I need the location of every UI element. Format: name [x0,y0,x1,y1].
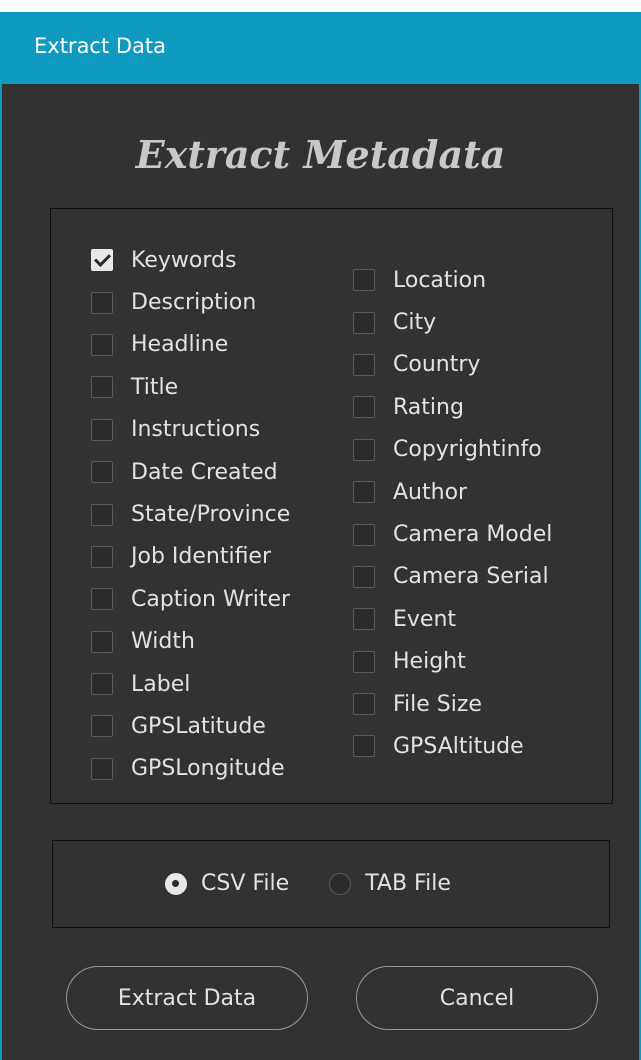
checkbox-width[interactable] [91,630,113,653]
checkbox-item-author[interactable]: Author [353,471,552,513]
checkbox-keywords[interactable] [91,249,113,272]
extract-data-dialog: Extract Data Extract Metadata Keywords De… [0,12,641,1060]
checkbox-author[interactable] [353,481,375,504]
checkbox-label: Location [393,267,487,293]
checkbox-label: Author [393,479,468,505]
checkbox-item-width[interactable]: Width [91,621,290,663]
checkbox-headline[interactable] [91,333,113,356]
checkbox-item-title[interactable]: Title [91,366,290,408]
checkbox-instructions[interactable] [91,418,113,441]
fields-column-left: Keywords Description Headline Title Instruct… [91,239,290,790]
checkbox-label: Camera Model [393,522,553,548]
checkbox-state-province[interactable] [91,503,113,526]
checkbox-item-instructions[interactable]: Instructions [91,409,290,451]
output-format-radio-group: CSV File TAB File [165,871,491,896]
output-format-panel: CSV File TAB File [52,840,610,928]
checkbox-item-date-created[interactable]: Date Created [91,451,290,493]
checkbox-file-size[interactable] [353,693,375,716]
checkbox-item-height[interactable]: Height [353,641,552,683]
checkbox-item-rating[interactable]: Rating [353,386,552,428]
checkbox-label: Event [393,606,457,632]
checkbox-label: City [393,310,437,336]
checkbox-item-label[interactable]: Label [91,663,290,705]
checkbox-copyrightinfo[interactable] [353,438,375,461]
checkbox-label: Instructions [131,417,261,443]
checkbox-label: Description [131,290,257,316]
checkbox-item-copyrightinfo[interactable]: Copyrightinfo [353,429,552,471]
extract-data-button[interactable]: Extract Data [66,966,308,1030]
radio-label: CSV File [201,871,290,896]
checkbox-label: Keywords [131,247,237,273]
checkbox-title[interactable] [91,376,113,399]
checkbox-label: Job Identifier [131,544,272,570]
checkbox-item-city[interactable]: City [353,301,552,343]
checkbox-description[interactable] [91,291,113,314]
checkbox-label: File Size [393,691,482,717]
radio-label: TAB File [365,871,451,896]
radio-csv-file[interactable] [165,872,187,895]
checkbox-label: GPSLongitude [131,756,285,782]
metadata-fields-panel: Keywords Description Headline Title Instruct… [50,208,613,804]
checkbox-height[interactable] [353,650,375,673]
checkbox-item-headline[interactable]: Headline [91,324,290,366]
checkbox-label: State/Province [131,502,291,528]
radio-option-csv-file[interactable]: CSV File [165,871,289,896]
checkbox-label: Label [131,671,191,697]
cancel-button[interactable]: Cancel [356,966,598,1030]
checkbox-label: GPSAltitude [393,733,524,759]
checkbox-item-gpslatitude[interactable]: GPSLatitude [91,705,290,747]
dialog-heading: Extract Metadata [135,132,506,177]
checkbox-item-keywords[interactable]: Keywords [91,239,290,281]
checkbox-label[interactable] [91,673,113,696]
checkbox-gpsaltitude[interactable] [353,735,375,758]
checkbox-label: Headline [131,332,229,358]
fields-column-right: Location City Country Rating Copyrightinfo Au… [353,259,552,768]
checkbox-label: GPSLatitude [131,713,266,739]
checkbox-label: Copyrightinfo [393,437,542,463]
checkbox-city[interactable] [353,311,375,334]
checkbox-gpslongitude[interactable] [91,757,113,780]
checkbox-label: Camera Serial [393,564,549,590]
checkbox-item-caption-writer[interactable]: Caption Writer [91,578,290,620]
radio-tab-file[interactable] [329,872,352,895]
checkbox-item-state-province[interactable]: State/Province [91,493,290,535]
checkbox-label: Rating [393,394,464,420]
checkbox-date-created[interactable] [91,461,113,484]
checkbox-location[interactable] [353,269,375,292]
checkbox-item-event[interactable]: Event [353,598,552,640]
checkbox-label: Width [131,629,195,655]
checkbox-gpslatitude[interactable] [91,715,113,738]
checkbox-label: Title [131,374,179,400]
checkbox-label: Caption Writer [131,586,291,612]
checkbox-item-location[interactable]: Location [353,259,552,301]
checkbox-item-country[interactable]: Country [353,344,552,386]
checkbox-item-gpslongitude[interactable]: GPSLongitude [91,748,290,790]
checkbox-rating[interactable] [353,396,375,419]
checkbox-label: Date Created [131,459,278,485]
checkbox-item-camera-model[interactable]: Camera Model [353,513,552,555]
checkbox-item-description[interactable]: Description [91,281,290,323]
checkbox-item-job-identifier[interactable]: Job Identifier [91,536,290,578]
checkbox-item-camera-serial[interactable]: Camera Serial [353,556,552,598]
title-bar: Extract Data [2,12,639,84]
checkbox-job-identifier[interactable] [91,545,113,568]
checkbox-country[interactable] [353,353,375,376]
checkbox-caption-writer[interactable] [91,588,113,611]
checkbox-camera-serial[interactable] [353,565,375,588]
checkbox-camera-model[interactable] [353,523,375,546]
checkbox-label: Country [393,352,481,378]
checkbox-item-file-size[interactable]: File Size [353,683,552,725]
checkbox-label: Height [393,649,466,675]
checkbox-item-gpsaltitude[interactable]: GPSAltitude [353,725,552,767]
radio-option-tab-file[interactable]: TAB File [329,871,451,896]
window-title: Extract Data [34,34,167,58]
checkbox-event[interactable] [353,608,375,631]
